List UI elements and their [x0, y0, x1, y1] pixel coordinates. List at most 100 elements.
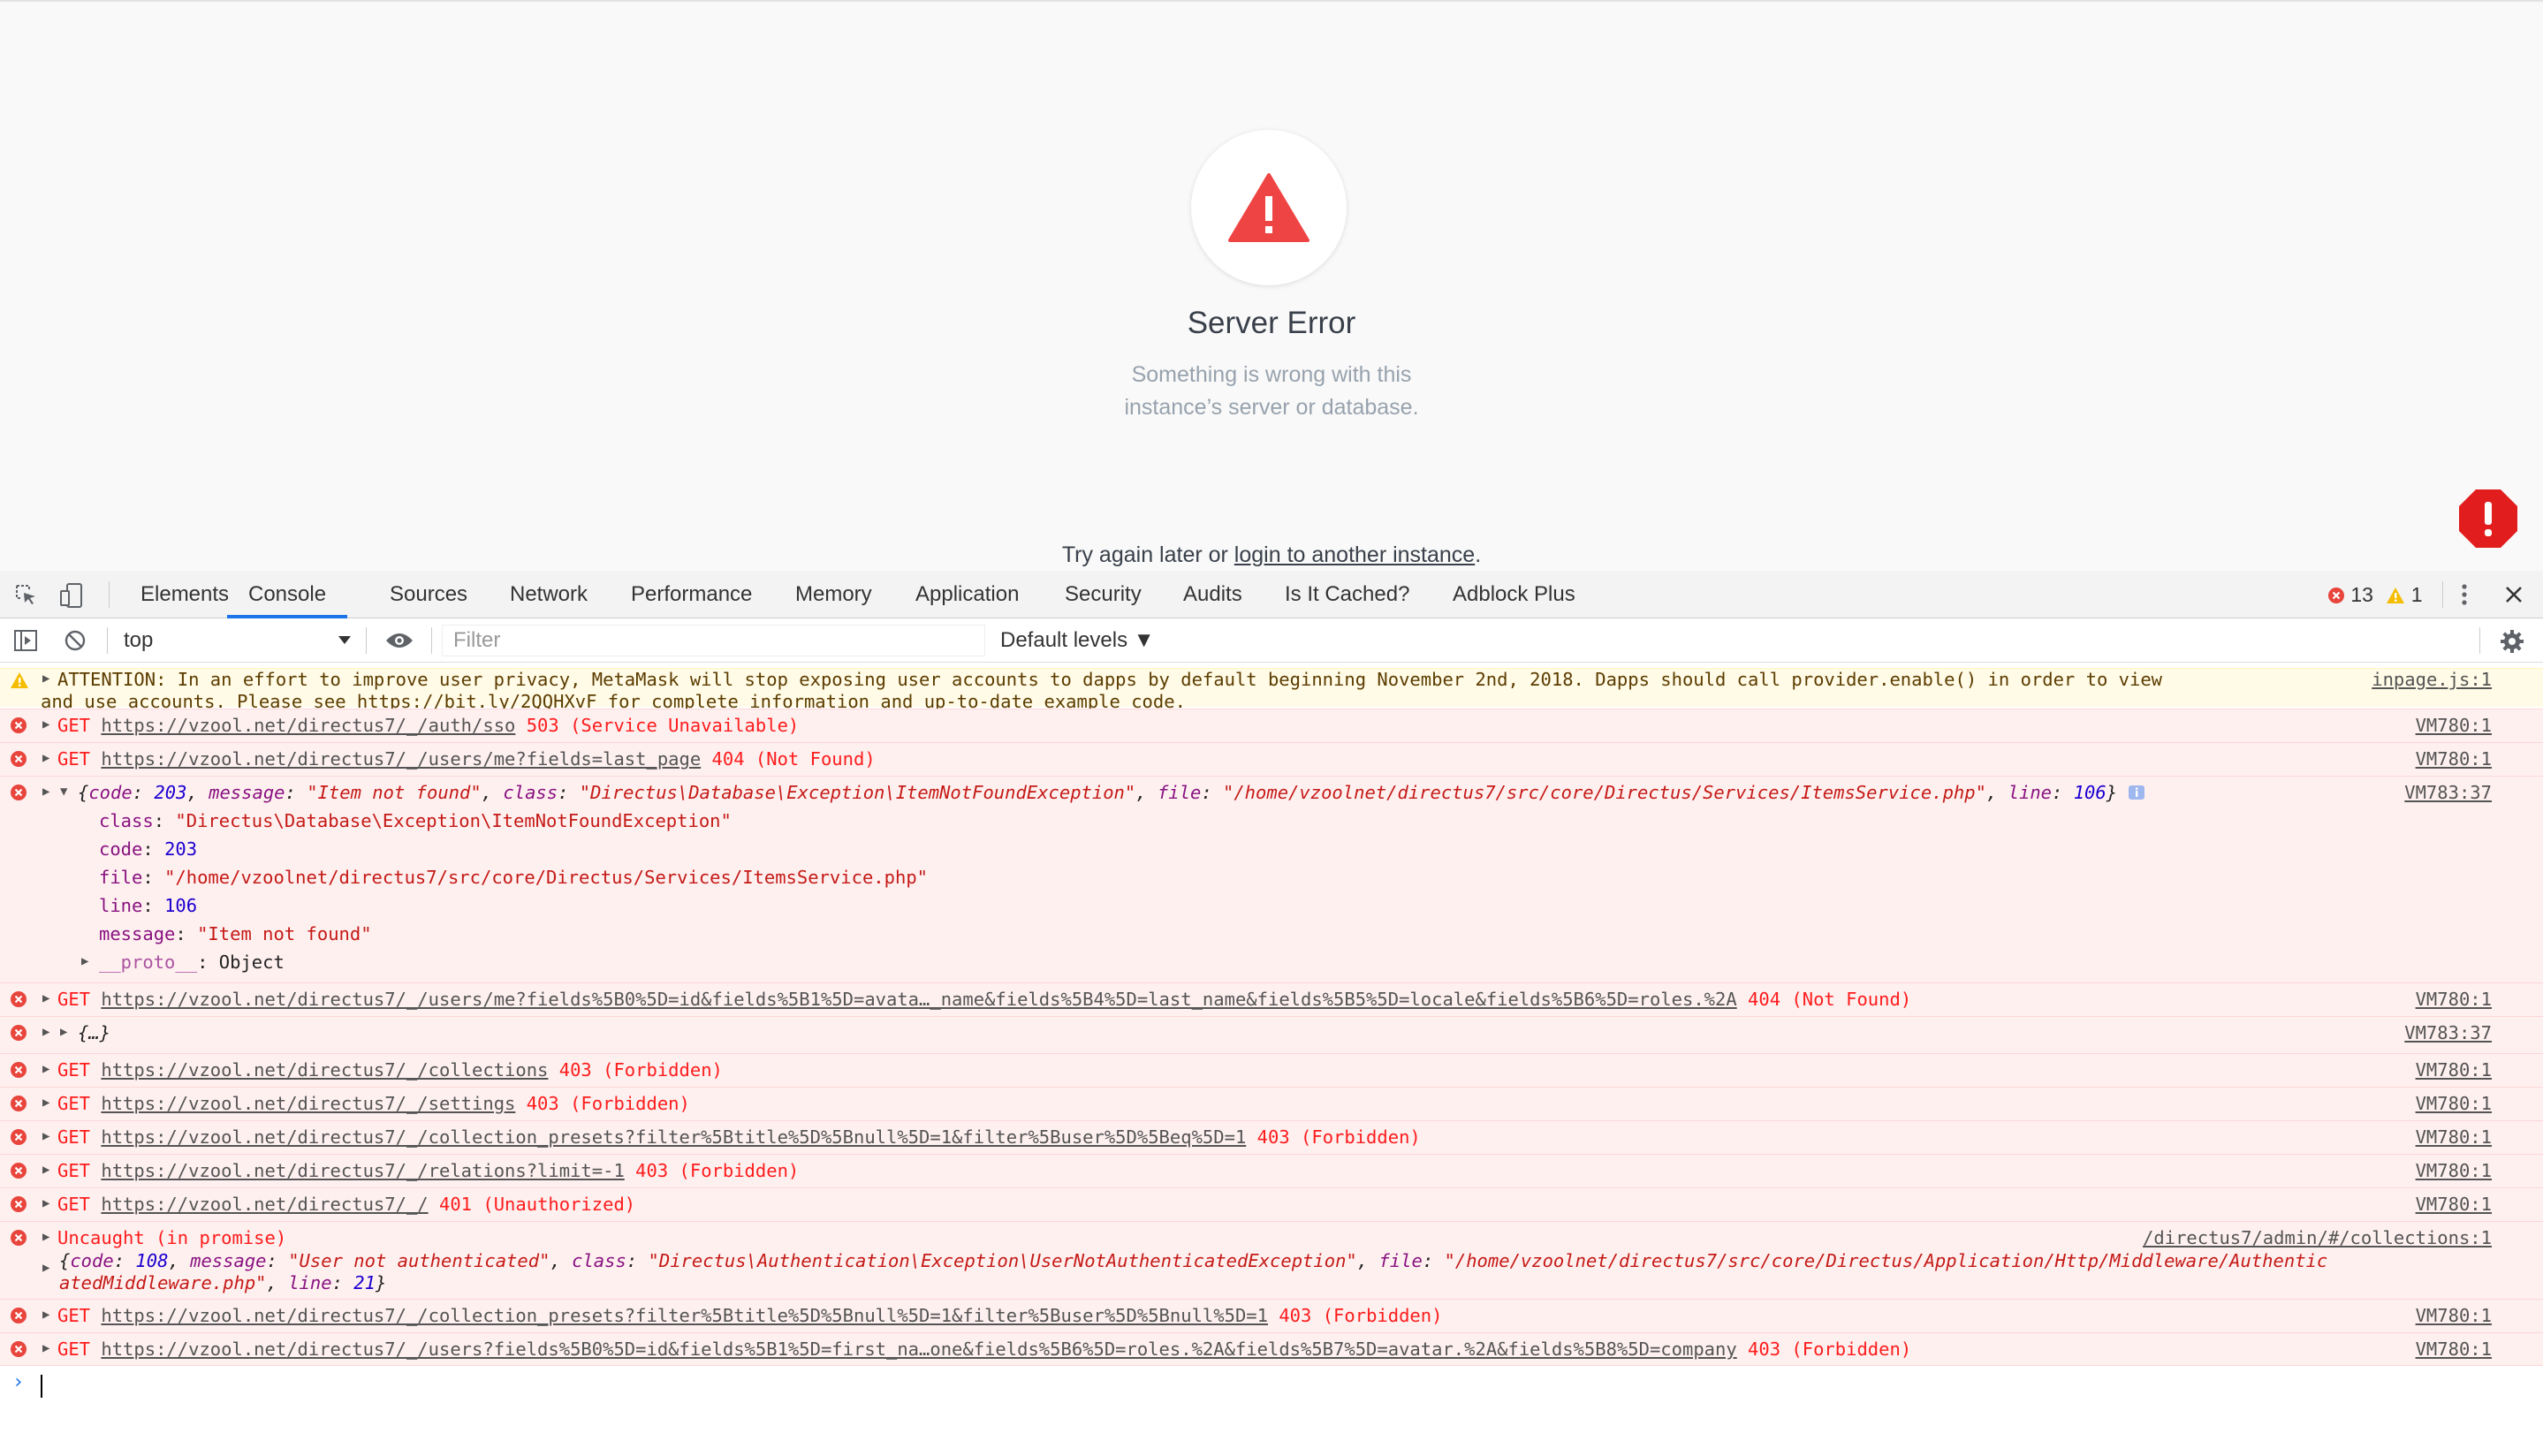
- expand-arrow-icon[interactable]: ▶: [42, 751, 49, 765]
- device-toolbar-icon[interactable]: [60, 583, 83, 608]
- request-url[interactable]: https://vzool.net/directus7/_/collection…: [101, 1305, 1268, 1326]
- source-link[interactable]: VM780:1: [2416, 1194, 2492, 1215]
- request-url[interactable]: https://vzool.net/directus7/_/users/me?f…: [101, 748, 701, 770]
- expand-arrow-icon[interactable]: ▶: [42, 1062, 49, 1076]
- source-link[interactable]: inpage.js:1: [2372, 669, 2492, 690]
- error-icon: [11, 751, 27, 767]
- expand-arrow-icon[interactable]: ▶: [42, 1261, 49, 1275]
- uncaught-line: 21: [353, 1272, 376, 1293]
- class-value: "Directus\Database\Exception\ItemNotFoun…: [175, 810, 732, 831]
- error-title: Server Error: [1187, 306, 1356, 340]
- code-value: 203: [164, 838, 198, 860]
- uncaught-object-line1[interactable]: {code: 108, message: "User not authentic…: [59, 1250, 2327, 1271]
- status-text: 403 (Forbidden): [1256, 1126, 1421, 1148]
- default-levels-dropdown[interactable]: Default levels ▼: [1000, 618, 1155, 663]
- tab-adblock-plus[interactable]: Adblock Plus: [1453, 571, 1575, 618]
- status-text: 401 (Unauthorized): [438, 1194, 636, 1215]
- expand-arrow-icon[interactable]: ▶: [60, 1025, 67, 1039]
- error-icon: [11, 1129, 27, 1145]
- expand-arrow-icon[interactable]: ▶: [42, 1025, 49, 1039]
- tab-is-it-cached[interactable]: Is It Cached?: [1285, 571, 1409, 618]
- summary-line: 106: [2073, 782, 2107, 803]
- request-url[interactable]: https://vzool.net/directus7/_/: [101, 1194, 428, 1215]
- tab-performance[interactable]: Performance: [631, 571, 752, 618]
- expand-arrow-icon[interactable]: ▶: [42, 1230, 49, 1244]
- source-link[interactable]: VM780:1: [2416, 1059, 2492, 1081]
- request-url[interactable]: https://vzool.net/directus7/_/relations?…: [101, 1160, 624, 1181]
- expand-arrow-icon[interactable]: ▶: [42, 991, 49, 1005]
- chevron-down-icon[interactable]: [338, 629, 352, 650]
- request-url[interactable]: https://vzool.net/directus7/_/settings: [101, 1093, 515, 1114]
- source-link[interactable]: VM780:1: [2416, 1338, 2492, 1360]
- tab-application[interactable]: Application: [915, 571, 1019, 618]
- expand-arrow-icon[interactable]: ▶: [42, 1308, 49, 1322]
- request-url[interactable]: https://vzool.net/directus7/_/auth/sso: [101, 715, 515, 736]
- object-summary[interactable]: {code: 203, message: "Item not found", c…: [78, 782, 2145, 803]
- login-another-instance-link[interactable]: login to another instance: [1234, 542, 1475, 567]
- source-link[interactable]: VM780:1: [2416, 1305, 2492, 1326]
- error-notification-icon[interactable]: [2457, 488, 2519, 550]
- info-icon[interactable]: [2128, 784, 2145, 801]
- http-method: GET: [57, 748, 91, 770]
- tab-sources[interactable]: Sources: [390, 571, 467, 618]
- warning-triangle-icon: [1228, 173, 1309, 242]
- request-url[interactable]: https://vzool.net/directus7/_/users/me?f…: [101, 989, 1736, 1010]
- show-sidebar-icon[interactable]: [14, 630, 37, 651]
- devtools-panel: Elements Console Sources Network Perform…: [0, 571, 2543, 1456]
- tab-console[interactable]: Console: [227, 571, 348, 618]
- expand-arrow-icon[interactable]: ▶: [42, 1129, 49, 1143]
- source-link[interactable]: VM780:1: [2416, 989, 2492, 1010]
- error-counter[interactable]: 13 1: [2327, 571, 2423, 618]
- clear-console-icon[interactable]: [65, 630, 86, 651]
- request-line: GET https://vzool.net/directus7/_/settin…: [57, 1093, 690, 1114]
- close-icon[interactable]: [2504, 585, 2524, 604]
- tab-audits[interactable]: Audits: [1183, 571, 1242, 618]
- expand-arrow-icon[interactable]: ▶: [42, 1163, 49, 1177]
- error-icon: [11, 1062, 27, 1078]
- request-line: GET https://vzool.net/directus7/_/users/…: [57, 748, 876, 770]
- more-options-icon[interactable]: [2456, 582, 2472, 607]
- try-again-prefix: Try again later or: [1061, 542, 1234, 567]
- request-url[interactable]: https://vzool.net/directus7/_/collection…: [101, 1059, 548, 1081]
- expand-arrow-icon[interactable]: ▶: [42, 717, 49, 732]
- source-link[interactable]: /directus7/admin/#/collections:1: [2143, 1227, 2492, 1248]
- console-prompt[interactable]: ›: [0, 1366, 2543, 1407]
- inspect-element-icon[interactable]: [14, 583, 37, 606]
- source-link[interactable]: VM783:37: [2404, 782, 2492, 803]
- source-link[interactable]: VM780:1: [2416, 715, 2492, 736]
- request-url[interactable]: https://vzool.net/directus7/_/users?fiel…: [101, 1338, 1736, 1360]
- collapse-arrow-icon[interactable]: ▼: [60, 785, 67, 799]
- filter-input[interactable]: Filter: [442, 625, 985, 656]
- tab-network[interactable]: Network: [510, 571, 588, 618]
- status-text: 403 (Forbidden): [558, 1059, 723, 1081]
- status-text: 404 (Not Found): [1748, 989, 1912, 1010]
- tab-memory[interactable]: Memory: [795, 571, 872, 618]
- collapsed-object[interactable]: {…}: [78, 1022, 110, 1043]
- http-method: GET: [57, 1059, 91, 1081]
- http-method: GET: [57, 715, 91, 736]
- expand-arrow-icon[interactable]: ▶: [42, 1196, 49, 1210]
- request-url[interactable]: https://vzool.net/directus7/_/collection…: [101, 1126, 1246, 1148]
- expand-arrow-icon[interactable]: ▶: [42, 785, 49, 799]
- expand-arrow-icon[interactable]: ▶: [42, 1341, 49, 1355]
- eye-icon[interactable]: [385, 632, 414, 649]
- tab-elements[interactable]: Elements: [140, 571, 229, 618]
- source-link[interactable]: VM780:1: [2416, 1093, 2492, 1114]
- warning-icon: [11, 672, 28, 688]
- divider: [431, 627, 432, 654]
- request-line: GET https://vzool.net/directus7/_/users/…: [57, 989, 1911, 1010]
- expand-arrow-icon[interactable]: ▶: [42, 1096, 49, 1110]
- context-selector[interactable]: top: [124, 618, 153, 663]
- summary-class: "Directus\Database\Exception\ItemNotFoun…: [579, 782, 1136, 803]
- error-icon: [11, 1025, 27, 1041]
- status-text: 404 (Not Found): [711, 748, 876, 770]
- property-proto[interactable]: __proto__: Object: [99, 952, 285, 973]
- source-link[interactable]: VM780:1: [2416, 1126, 2492, 1148]
- expand-arrow-icon[interactable]: ▶: [42, 671, 49, 686]
- expand-arrow-icon[interactable]: ▶: [81, 954, 88, 968]
- tab-security[interactable]: Security: [1065, 571, 1142, 618]
- source-link[interactable]: VM780:1: [2416, 748, 2492, 770]
- source-link[interactable]: VM783:37: [2404, 1022, 2492, 1043]
- source-link[interactable]: VM780:1: [2416, 1160, 2492, 1181]
- gear-icon[interactable]: [2500, 629, 2524, 654]
